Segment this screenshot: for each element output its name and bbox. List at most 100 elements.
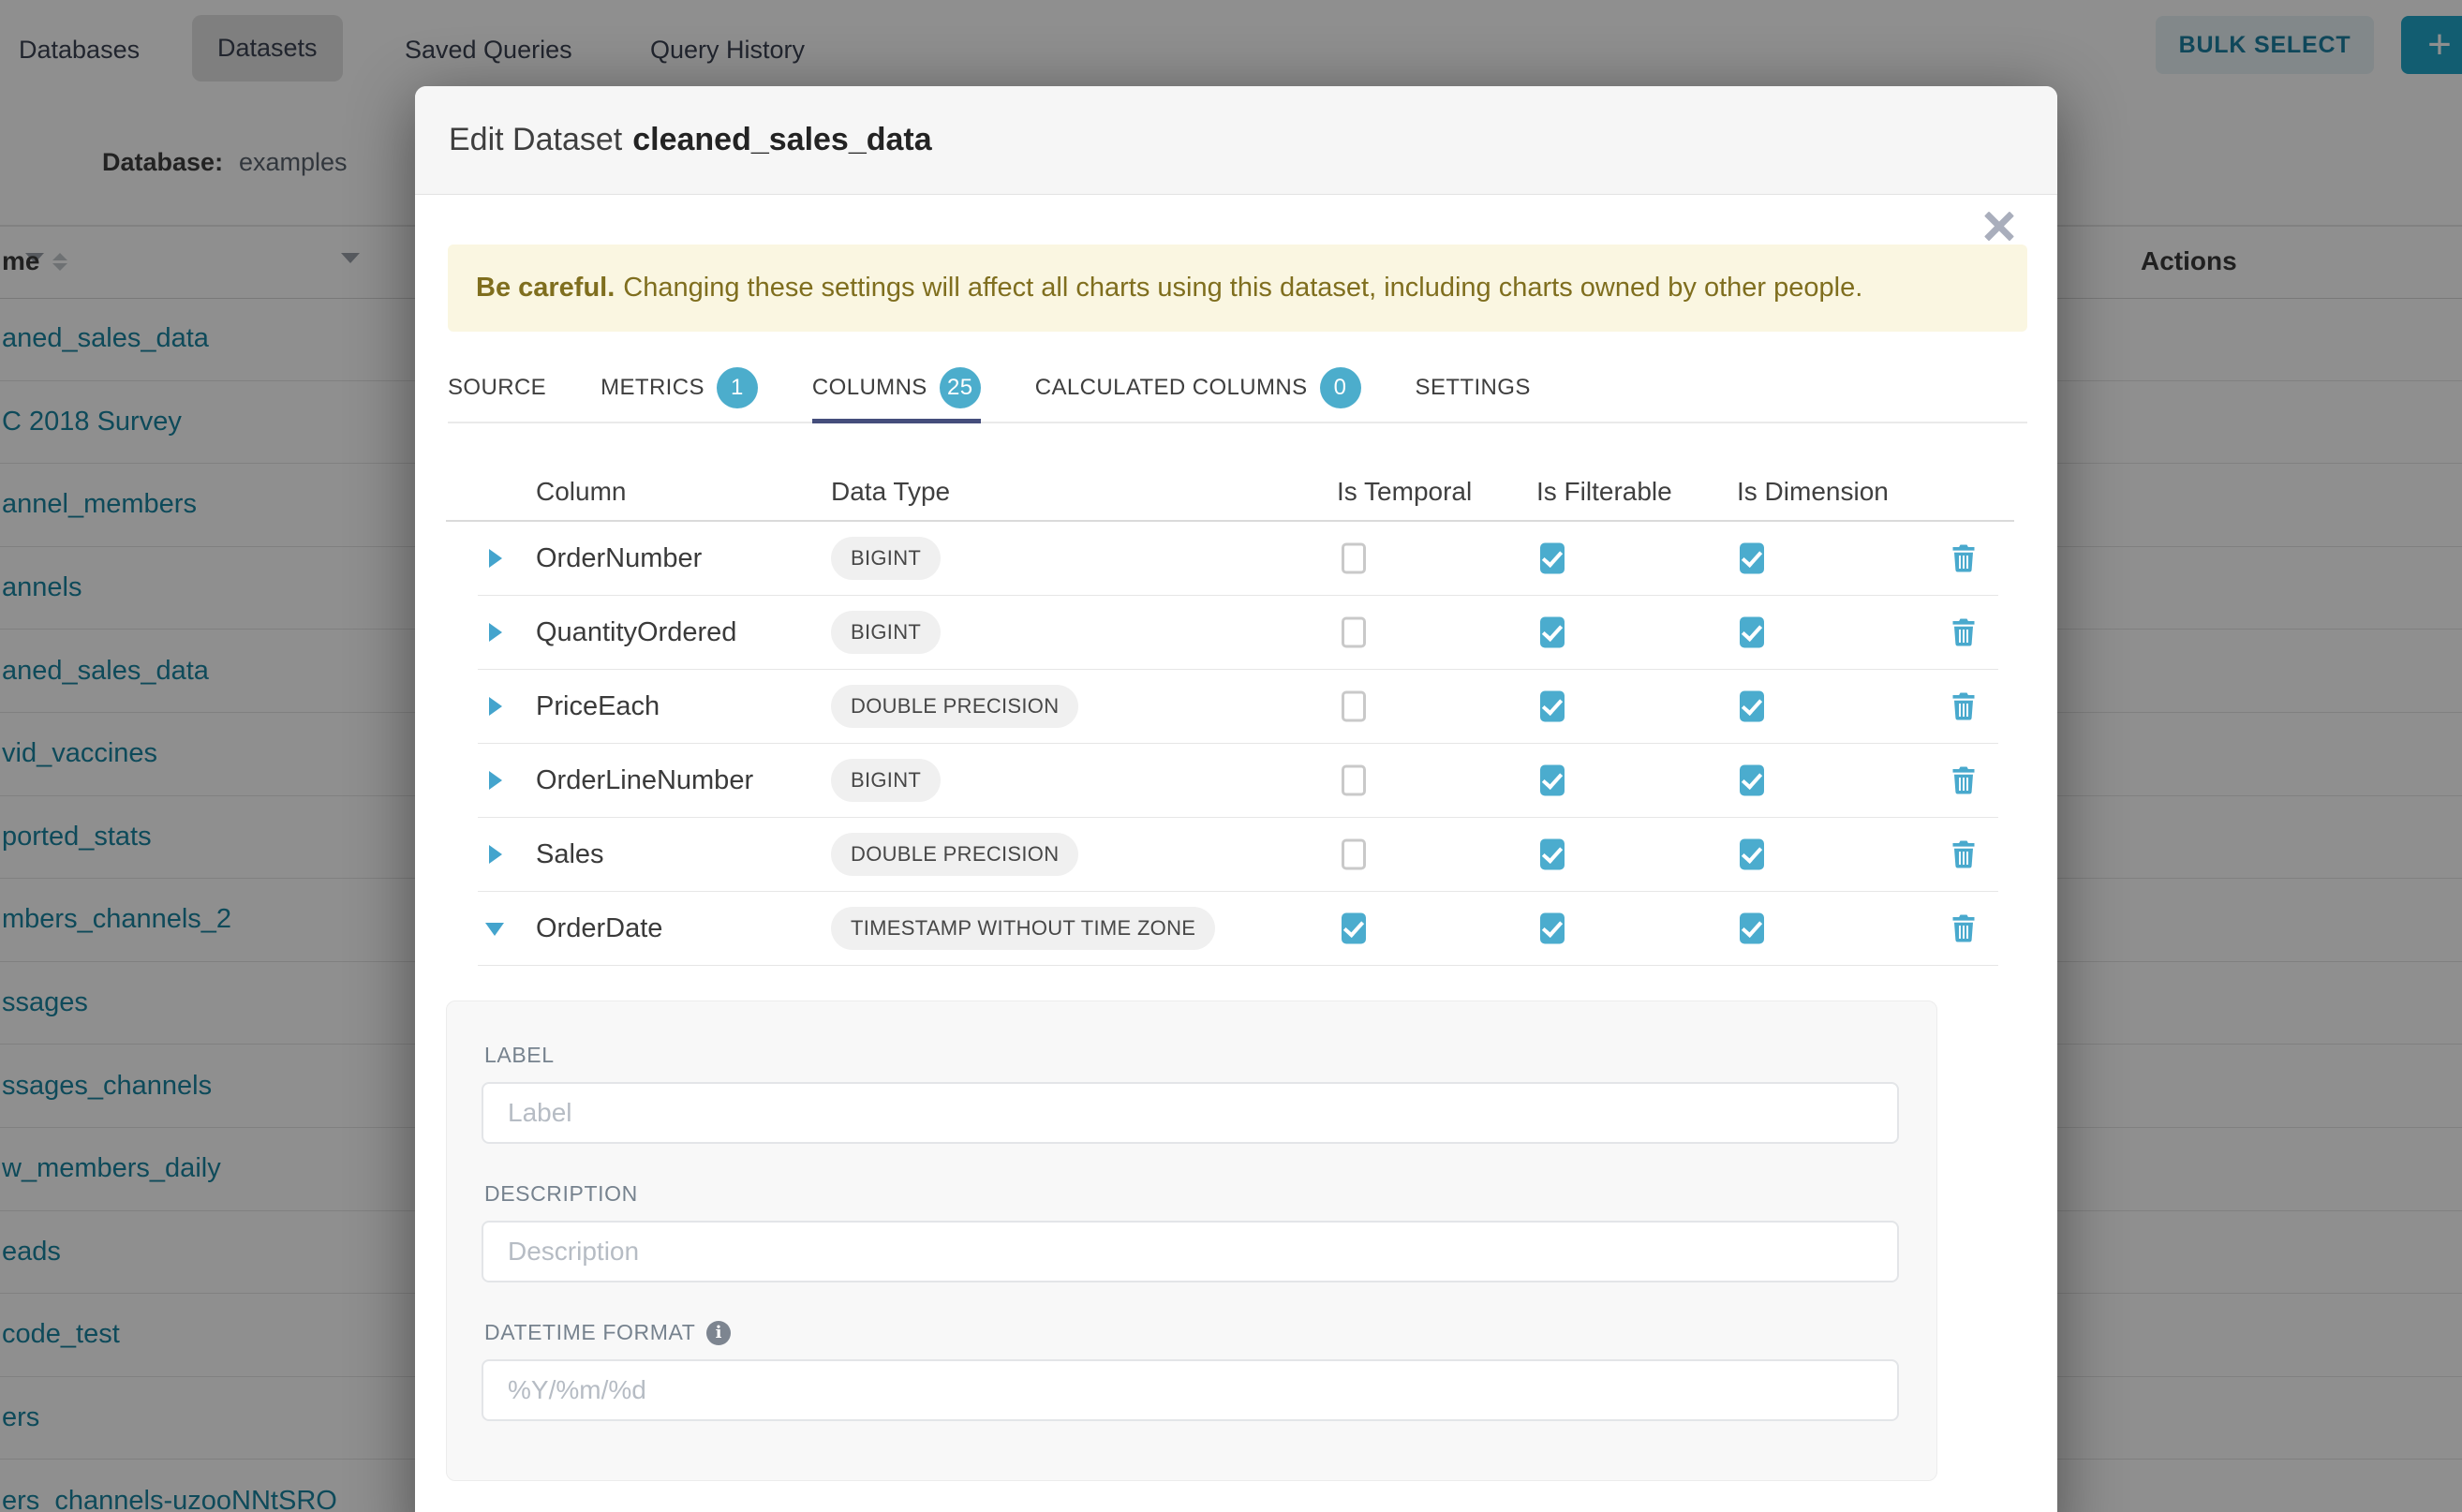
delete-column-button[interactable] <box>1951 766 1976 794</box>
label-label-text: LABEL <box>484 1043 555 1068</box>
modal-title: Edit Dataset cleaned_sales_data <box>449 122 932 158</box>
is-temporal-checkbox[interactable] <box>1342 765 1366 796</box>
expand-row-button[interactable] <box>483 840 512 868</box>
column-name: OrderDate <box>536 892 662 965</box>
data-type-pill: DOUBLE PRECISION <box>831 833 1078 876</box>
delete-column-button[interactable] <box>1951 618 1976 646</box>
datetime-format-field-label: DATETIME FORMAT i <box>484 1320 731 1345</box>
warning-banner-text: Changing these settings will affect all … <box>623 273 1862 304</box>
is-temporal-checkbox[interactable] <box>1342 617 1366 648</box>
tab-calculated-columns[interactable]: CALCULATED COLUMNS 0 <box>1035 353 1361 422</box>
caret-down-icon <box>485 923 504 936</box>
caret-right-icon <box>489 697 502 716</box>
trash-icon <box>1951 618 1976 646</box>
is-filterable-checkbox[interactable] <box>1540 543 1565 574</box>
column-row: OrderLineNumber BIGINT <box>478 744 1998 818</box>
tab-label: METRICS <box>601 375 704 401</box>
label-field-label: LABEL <box>484 1043 555 1068</box>
delete-column-button[interactable] <box>1951 840 1976 868</box>
datetime-format-input[interactable] <box>482 1359 1899 1421</box>
warning-banner: Be careful. Changing these settings will… <box>448 245 2027 332</box>
tab-count-badge: 0 <box>1320 367 1361 408</box>
caret-right-icon <box>489 771 502 790</box>
trash-icon <box>1951 544 1976 572</box>
trash-icon <box>1951 840 1976 868</box>
close-icon[interactable] <box>1979 205 2020 246</box>
column-header-is-filterable: Is Filterable <box>1536 463 1672 520</box>
tab-metrics[interactable]: METRICS 1 <box>601 353 758 422</box>
info-icon[interactable]: i <box>706 1321 731 1345</box>
trash-icon <box>1951 914 1976 942</box>
column-header-is-temporal: Is Temporal <box>1337 463 1472 520</box>
modal-header: Edit Dataset cleaned_sales_data <box>415 86 2057 195</box>
warning-banner-bold: Be careful. <box>476 273 615 304</box>
data-type-pill: BIGINT <box>831 759 941 802</box>
screen: DatabasesDatasetsSaved QueriesQuery Hist… <box>0 0 2462 1512</box>
caret-right-icon <box>489 549 502 568</box>
is-dimension-checkbox[interactable] <box>1740 617 1764 648</box>
modal-tabs: SOURCE METRICS 1 COLUMNS 25 CALCULATED COLUMN… <box>448 353 2027 423</box>
column-header-column: Column <box>536 463 626 520</box>
tab-count-badge: 1 <box>717 367 758 408</box>
column-detail-panel: LABEL DESCRIPTION DATETIME FORMAT i <box>446 1001 1937 1481</box>
column-header-is-dimension: Is Dimension <box>1737 463 1889 520</box>
data-type-pill: BIGINT <box>831 611 941 654</box>
column-row: QuantityOrdered BIGINT <box>478 596 1998 670</box>
trash-icon <box>1951 692 1976 720</box>
column-header-data-type: Data Type <box>831 463 950 520</box>
expand-row-button[interactable] <box>483 914 512 942</box>
trash-icon <box>1951 766 1976 794</box>
description-label-text: DESCRIPTION <box>484 1181 638 1207</box>
is-filterable-checkbox[interactable] <box>1540 765 1565 796</box>
column-row: PriceEach DOUBLE PRECISION <box>478 670 1998 744</box>
delete-column-button[interactable] <box>1951 544 1976 572</box>
modal-title-dataset-name: cleaned_sales_data <box>632 122 931 157</box>
datetime-format-label-text: DATETIME FORMAT <box>484 1320 695 1345</box>
is-dimension-checkbox[interactable] <box>1740 543 1764 574</box>
is-filterable-checkbox[interactable] <box>1540 691 1565 722</box>
is-filterable-checkbox[interactable] <box>1540 839 1565 870</box>
column-name: Sales <box>536 818 604 891</box>
tab-label: SOURCE <box>448 375 546 401</box>
caret-right-icon <box>489 845 502 864</box>
expand-row-button[interactable] <box>483 544 512 572</box>
delete-column-button[interactable] <box>1951 692 1976 720</box>
tab-count-badge: 25 <box>940 367 981 408</box>
edit-dataset-modal: Edit Dataset cleaned_sales_data Be carefu… <box>415 86 2057 1512</box>
description-input[interactable] <box>482 1221 1899 1282</box>
tab-label: COLUMNS <box>812 375 927 401</box>
data-type-pill: TIMESTAMP WITHOUT TIME ZONE <box>831 907 1215 950</box>
column-row: OrderDate TIMESTAMP WITHOUT TIME ZONE <box>478 892 1998 966</box>
columns-table-header: Column Data Type Is Temporal Is Filterable I… <box>415 463 2057 520</box>
column-row: OrderNumber BIGINT <box>478 522 1998 596</box>
tab-label: CALCULATED COLUMNS <box>1035 375 1308 401</box>
expand-row-button[interactable] <box>483 692 512 720</box>
tab-columns[interactable]: COLUMNS 25 <box>812 353 981 422</box>
is-temporal-checkbox[interactable] <box>1342 913 1366 944</box>
data-type-pill: BIGINT <box>831 537 941 580</box>
is-temporal-checkbox[interactable] <box>1342 543 1366 574</box>
column-name: OrderNumber <box>536 522 702 595</box>
tab-source[interactable]: SOURCE <box>448 353 546 422</box>
is-dimension-checkbox[interactable] <box>1740 691 1764 722</box>
is-dimension-checkbox[interactable] <box>1740 765 1764 796</box>
data-type-pill: DOUBLE PRECISION <box>831 685 1078 728</box>
is-temporal-checkbox[interactable] <box>1342 839 1366 870</box>
tab-label: SETTINGS <box>1416 375 1531 401</box>
is-filterable-checkbox[interactable] <box>1540 913 1565 944</box>
modal-title-prefix: Edit Dataset <box>449 122 622 157</box>
is-dimension-checkbox[interactable] <box>1740 913 1764 944</box>
expand-row-button[interactable] <box>483 766 512 794</box>
column-name: PriceEach <box>536 670 660 743</box>
is-dimension-checkbox[interactable] <box>1740 839 1764 870</box>
expand-row-button[interactable] <box>483 618 512 646</box>
column-row: Sales DOUBLE PRECISION <box>478 818 1998 892</box>
delete-column-button[interactable] <box>1951 914 1976 942</box>
tab-settings[interactable]: SETTINGS <box>1416 353 1531 422</box>
label-input[interactable] <box>482 1082 1899 1144</box>
is-temporal-checkbox[interactable] <box>1342 691 1366 722</box>
is-filterable-checkbox[interactable] <box>1540 617 1565 648</box>
caret-right-icon <box>489 623 502 642</box>
column-name: OrderLineNumber <box>536 744 753 817</box>
column-name: QuantityOrdered <box>536 596 736 669</box>
